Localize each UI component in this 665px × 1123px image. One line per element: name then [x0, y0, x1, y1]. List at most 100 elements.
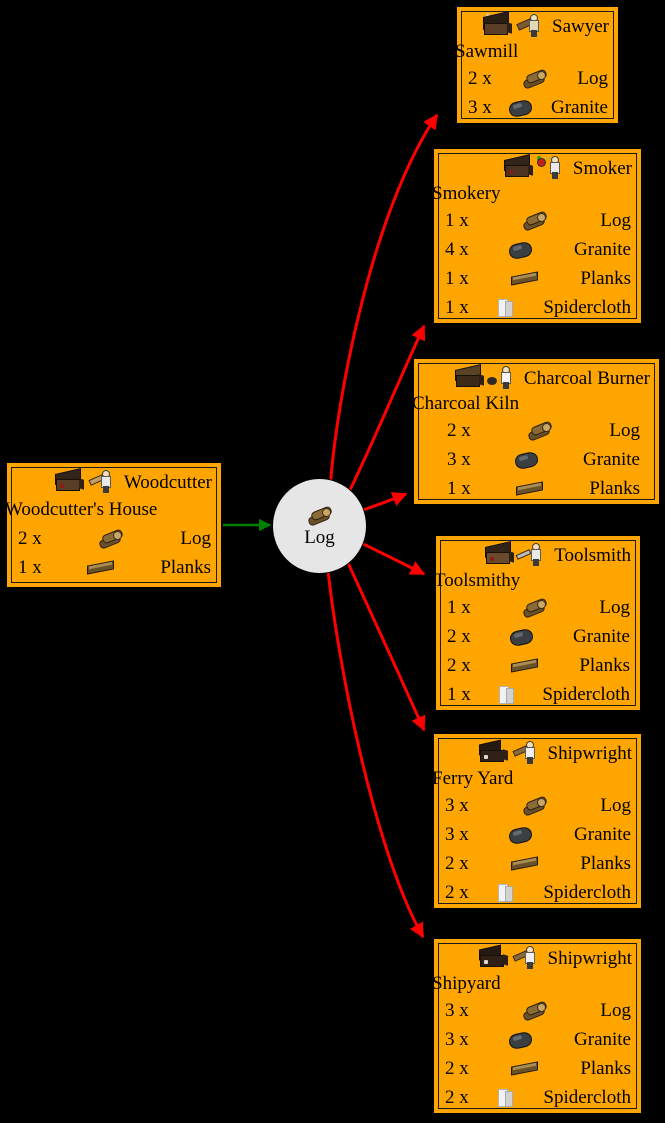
edge-log-to-toolsmithy — [356, 539, 426, 576]
log-icon — [307, 506, 333, 526]
log-icon — [522, 211, 548, 231]
planks-icon — [511, 658, 539, 674]
cost-quantity: 3 x — [445, 823, 469, 845]
log-icon — [522, 69, 548, 89]
toolsmith-worker-icon — [517, 543, 546, 567]
node-inner-frame: Woodcutter Woodcutter's House 2 x Log 1 … — [5, 467, 217, 583]
cost-material: Granite — [573, 625, 630, 647]
cost-quantity: 2 x — [445, 852, 469, 874]
node-header: Toolsmith — [441, 541, 635, 569]
cost-row: 2 x Planks — [439, 849, 636, 878]
cost-quantity: 1 x — [445, 296, 469, 318]
node-inner-frame: Shipwright Shipyard 3 x Log 3 x Granite … — [432, 943, 637, 1112]
cost-row: 3 x Log — [439, 996, 636, 1025]
graph-canvas: Log Woodcutter Woodcutter's House 2 x Lo… — [0, 0, 665, 1123]
node-inner-frame: Toolsmith Toolsmithy 1 x Log 2 x Granite… — [434, 540, 636, 709]
building-name: Sawmill — [455, 41, 519, 62]
spidercloth-icon — [498, 298, 514, 318]
node-header: Shipwright — [439, 739, 636, 767]
cost-row: 4 x Granite — [439, 235, 636, 264]
building-name: Charcoal Kiln — [412, 393, 520, 414]
cost-quantity: 3 x — [445, 1028, 469, 1050]
cost-row: 2 x Spidercloth — [439, 878, 636, 907]
woodcutter-worker-icon — [89, 470, 116, 494]
sawyer-worker-icon — [517, 14, 544, 38]
cost-list: 1 x Log 2 x Granite 2 x Planks 1 x Spide… — [441, 593, 635, 709]
cost-quantity: 2 x — [445, 1086, 469, 1108]
building-node-smokery[interactable]: Smoker Smokery 1 x Log 4 x Granite 1 x P… — [432, 148, 642, 324]
building-name: Woodcutter's House — [5, 499, 158, 520]
node-header: Charcoal Burner — [419, 364, 654, 392]
cost-quantity: 1 x — [447, 596, 471, 618]
cost-quantity: 2 x — [447, 625, 471, 647]
spidercloth-icon — [499, 685, 515, 705]
node-header: Woodcutter — [12, 468, 216, 496]
planks-icon — [87, 560, 115, 576]
worker-name: Sawyer — [552, 15, 609, 37]
building-name: Ferry Yard — [432, 768, 514, 789]
cost-quantity: 1 x — [447, 477, 471, 499]
cost-material: Log — [600, 209, 631, 231]
cost-material: Log — [599, 596, 630, 618]
cost-row: 3 x Granite — [439, 1025, 636, 1054]
toolsmithy-icon — [484, 542, 516, 566]
cost-quantity: 2 x — [447, 654, 471, 676]
cost-quantity: 3 x — [447, 448, 471, 470]
cost-quantity: 1 x — [18, 556, 42, 578]
cost-material: Granite — [574, 238, 631, 260]
woodcutter-house-icon — [54, 469, 86, 493]
granite-icon — [509, 241, 533, 259]
cost-row: 3 x Log — [439, 791, 636, 820]
cost-material: Planks — [580, 852, 631, 874]
building-name: Smokery — [432, 183, 501, 204]
smoker-worker-icon — [536, 156, 565, 180]
cost-quantity: 2 x — [447, 419, 471, 441]
building-node-ferry-yard[interactable]: Shipwright Ferry Yard 3 x Log 3 x Granit… — [432, 733, 642, 909]
cost-row: 1 x Log — [439, 206, 636, 235]
shipyard-icon — [478, 945, 510, 969]
log-icon — [98, 529, 124, 549]
cost-quantity: 2 x — [445, 881, 469, 903]
ware-node-log[interactable]: Log — [272, 478, 367, 574]
cost-row: 2 x Log — [419, 416, 654, 445]
cost-quantity: 1 x — [445, 209, 469, 231]
cost-row: 1 x Planks — [12, 553, 216, 582]
cost-quantity: 3 x — [445, 999, 469, 1021]
cost-row: 3 x Granite — [439, 820, 636, 849]
cost-quantity: 1 x — [445, 267, 469, 289]
cost-list: 3 x Log 3 x Granite 2 x Planks 2 x Spide… — [439, 996, 636, 1112]
cost-list: 1 x Log 4 x Granite 1 x Planks 1 x Spide… — [439, 206, 636, 322]
cost-material: Log — [609, 419, 640, 441]
planks-icon — [511, 271, 539, 287]
cost-row: 1 x Log — [441, 593, 635, 622]
cost-row: 1 x Spidercloth — [441, 680, 635, 709]
ware-label: Log — [304, 526, 335, 548]
planks-icon — [516, 481, 544, 497]
cost-list: 2 x Log 1 x Planks — [12, 524, 216, 582]
building-node-sawmill[interactable]: Sawyer Sawmill 2 x Log 3 x Granite — [455, 6, 619, 124]
building-node-toolsmithy[interactable]: Toolsmith Toolsmithy 1 x Log 2 x Granite… — [434, 535, 641, 711]
cost-material: Spidercloth — [542, 683, 630, 705]
cost-row: 2 x Planks — [441, 651, 635, 680]
worker-name: Smoker — [572, 157, 632, 179]
worker-name: Woodcutter — [123, 471, 212, 493]
cost-row: 2 x Log — [12, 524, 216, 553]
cost-material: Log — [600, 794, 631, 816]
node-inner-frame: Sawyer Sawmill 2 x Log 3 x Granite — [455, 11, 614, 119]
cost-quantity: 2 x — [445, 1057, 469, 1079]
granite-icon — [509, 99, 533, 117]
shipwright-worker-icon — [513, 946, 540, 970]
granite-icon — [509, 826, 533, 844]
edge-log-to-shipyard — [325, 560, 425, 939]
cost-list: 3 x Log 3 x Granite 2 x Planks 2 x Spide… — [439, 791, 636, 907]
building-node-woodcutter[interactable]: Woodcutter Woodcutter's House 2 x Log 1 … — [5, 462, 222, 588]
node-header: Smoker — [439, 154, 636, 182]
cost-row: 1 x Planks — [419, 474, 654, 503]
cost-quantity: 1 x — [447, 683, 471, 705]
cost-row: 2 x Spidercloth — [439, 1083, 636, 1112]
building-node-shipyard[interactable]: Shipwright Shipyard 3 x Log 3 x Granite … — [432, 938, 642, 1114]
cost-material: Spidercloth — [543, 296, 631, 318]
cost-material: Planks — [580, 267, 631, 289]
node-header: Shipwright — [439, 944, 636, 972]
building-node-charcoal-kiln[interactable]: Charcoal Burner Charcoal Kiln 2 x Log 3 … — [412, 358, 660, 505]
